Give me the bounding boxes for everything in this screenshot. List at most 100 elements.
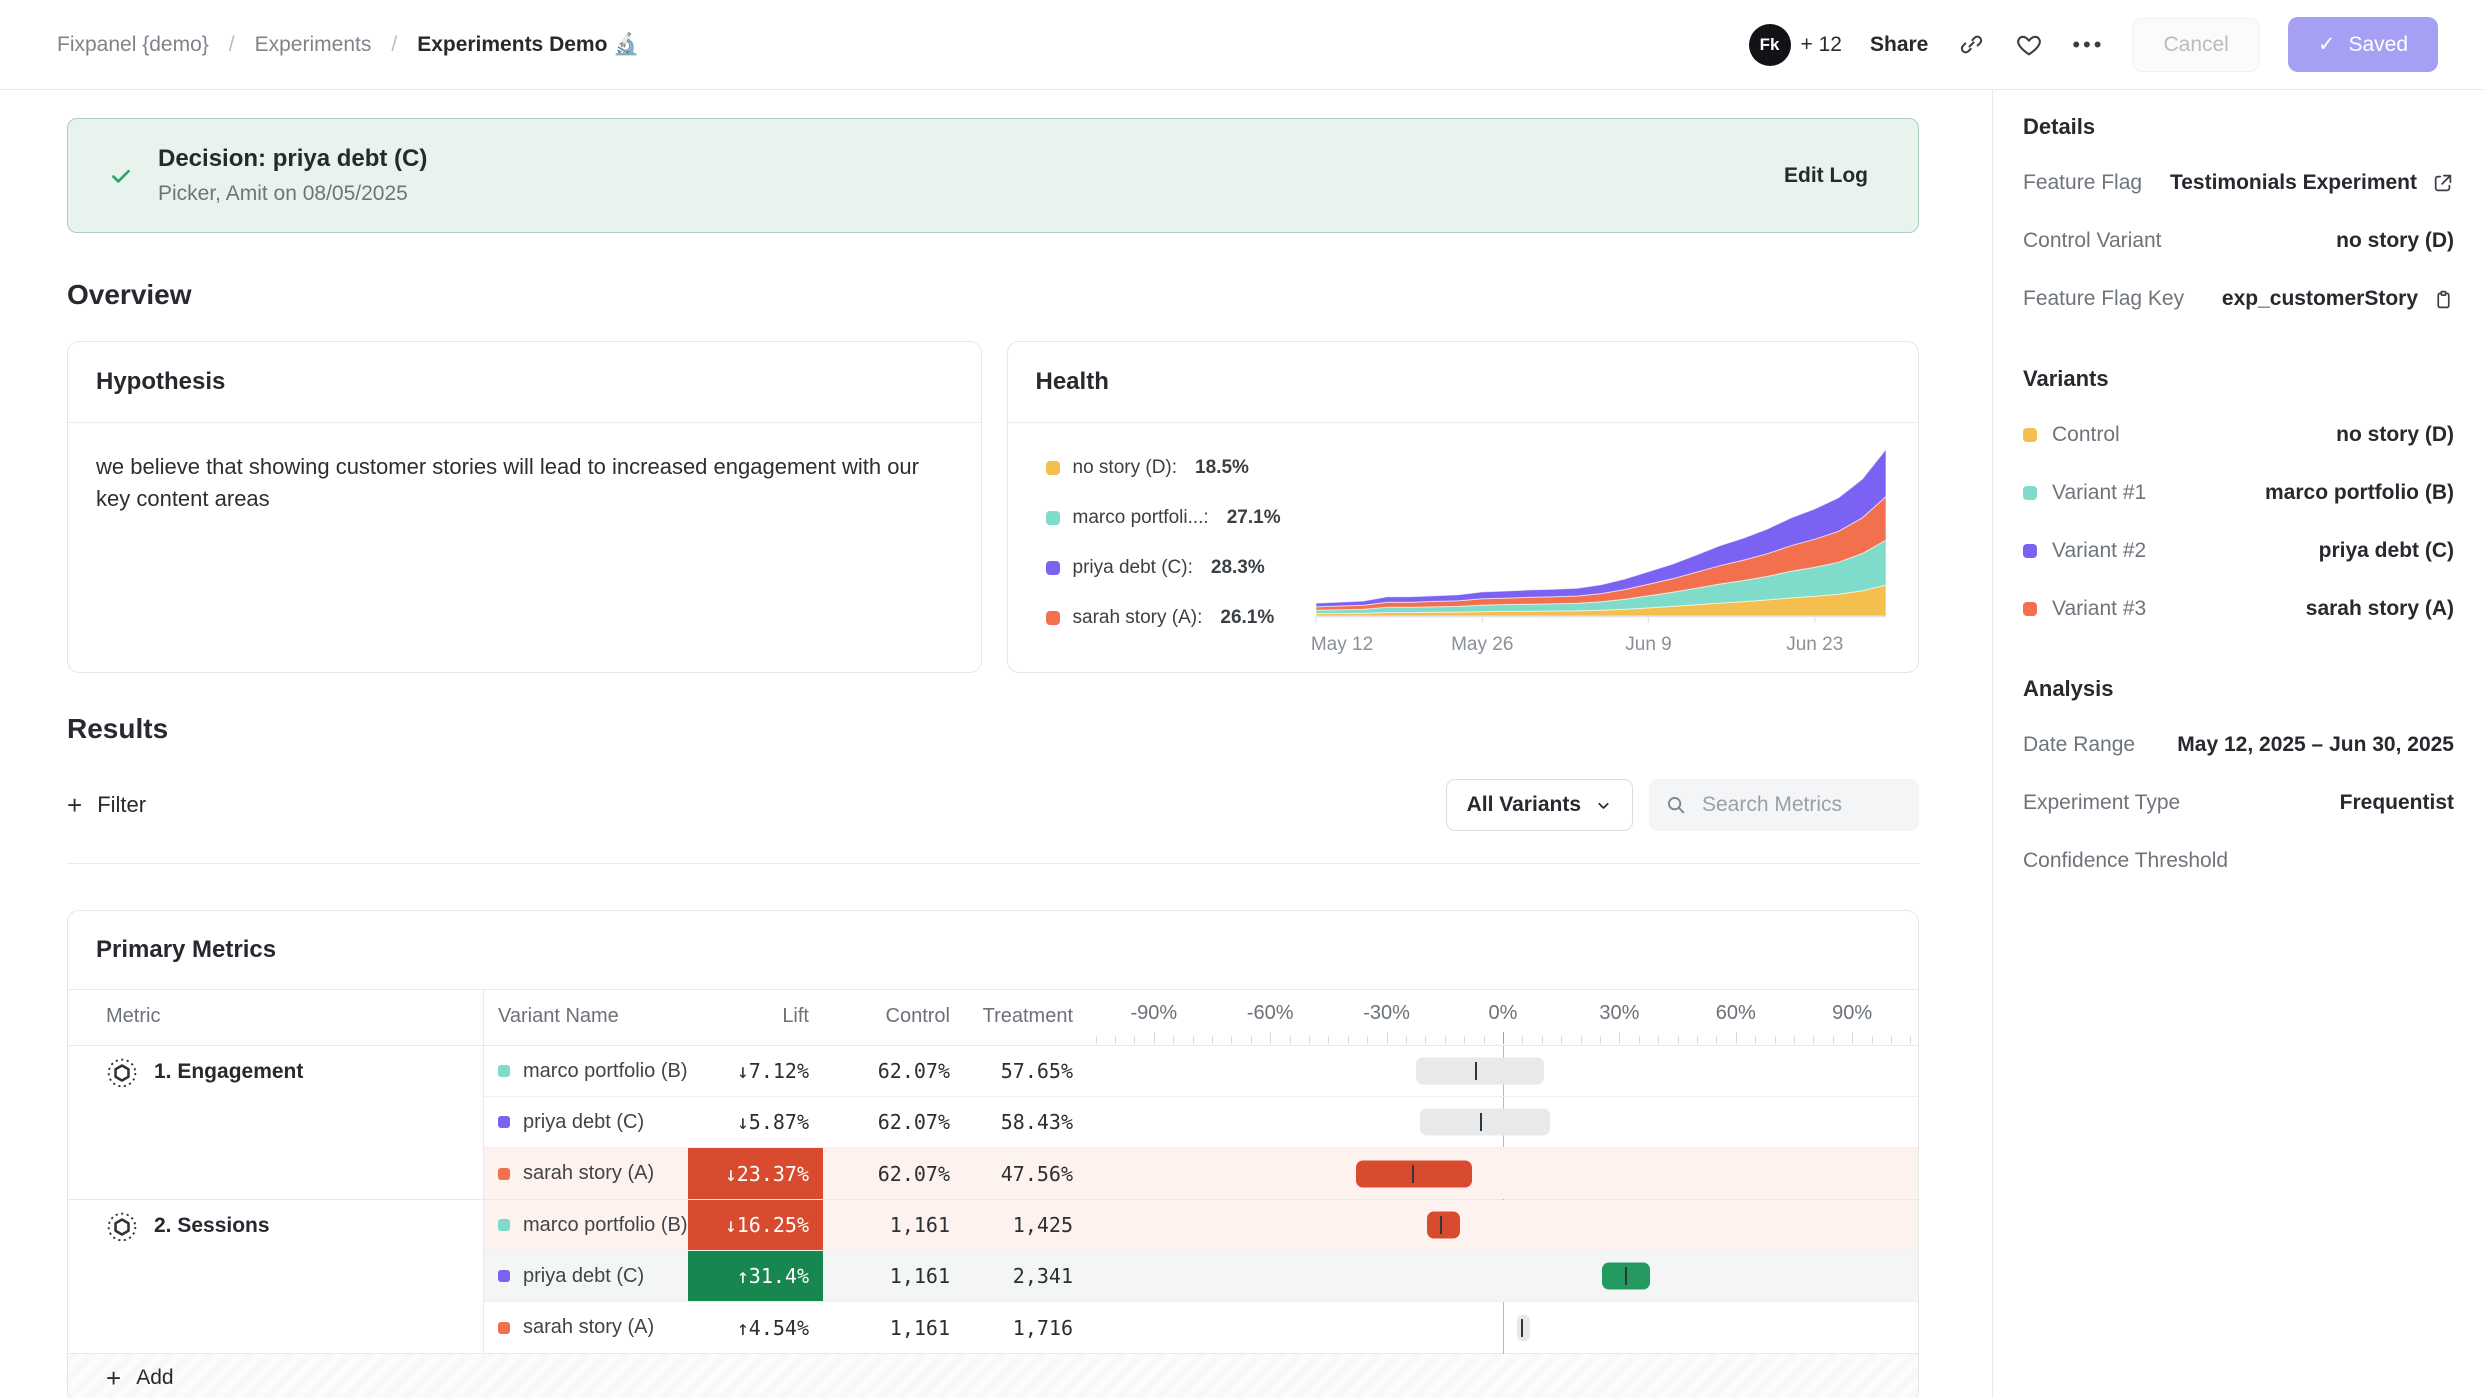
metric-target-icon (106, 1057, 138, 1089)
saved-button[interactable]: ✓ Saved (2288, 17, 2438, 72)
svg-text:Jun 23: Jun 23 (1786, 634, 1843, 655)
plus-icon: + (67, 794, 82, 816)
right-sidebar: Details Feature Flag Testimonials Experi… (1993, 90, 2484, 1398)
lift-point-tick (1440, 1216, 1442, 1234)
svg-text:May 12: May 12 (1311, 634, 1373, 655)
feature-flag-value[interactable]: Testimonials Experiment (2170, 171, 2417, 195)
lift-value: ↓7.12% (688, 1046, 823, 1096)
column-header-metric: Metric (68, 990, 484, 1045)
variants-heading: Variants (2023, 366, 2454, 392)
lift-value: ↓16.25% (688, 1200, 823, 1250)
add-filter-button[interactable]: + Filter (67, 792, 146, 818)
variant-name: sarah story (A) (523, 1316, 654, 1339)
search-metrics-input[interactable] (1700, 792, 1903, 818)
lift-axis-header: -90%-60%-30%0%30%60%90% (1073, 990, 1918, 1045)
health-legend-item: sarah story (A): 26.1% (1046, 607, 1309, 629)
confidence-interval-bar (1517, 1314, 1531, 1341)
legend-value: 26.1% (1220, 607, 1274, 629)
axis-ruler (1073, 1032, 1918, 1045)
primary-metrics-card: Primary Metrics Metric Variant Name Lift… (67, 910, 1919, 1398)
lift-value: ↑31.4% (688, 1251, 823, 1301)
control-variant-value: no story (D) (2336, 229, 2454, 253)
metric-name: 2. Sessions (154, 1211, 270, 1241)
legend-value: 28.3% (1211, 557, 1265, 579)
metric-group: 1. Engagementmarco portfolio (B)↓7.12%62… (68, 1046, 1918, 1200)
top-bar: Fixpanel {demo} / Experiments / Experime… (0, 0, 2484, 90)
cancel-button[interactable]: Cancel (2132, 18, 2259, 72)
lift-point-tick (1412, 1165, 1414, 1183)
edit-log-button[interactable]: Edit Log (1784, 164, 1868, 188)
variant-row-1: Variant #1 marco portfolio (B) (2023, 464, 2454, 522)
avatar[interactable]: Fk (1749, 24, 1791, 66)
health-legend-item: priya debt (C): 28.3% (1046, 557, 1309, 579)
legend-label: sarah story (A): (1073, 607, 1203, 629)
table-row[interactable]: priya debt (C)↓5.87%62.07%58.43% (484, 1097, 1918, 1148)
copy-link-icon[interactable] (1956, 30, 1986, 60)
lift-point-tick (1521, 1319, 1523, 1337)
decision-subtitle: Picker, Amit on 08/05/2025 (158, 182, 1784, 206)
breadcrumb-experiments[interactable]: Experiments (255, 33, 372, 57)
treatment-value: 2,341 (950, 1264, 1073, 1288)
breadcrumb-project[interactable]: Fixpanel {demo} (57, 33, 209, 57)
control-value: 1,161 (823, 1213, 950, 1237)
legend-swatch (1046, 611, 1060, 625)
table-row[interactable]: sarah story (A)↓23.37%62.07%47.56% (484, 1148, 1918, 1199)
more-options-button[interactable]: ••• (2072, 32, 2104, 58)
hypothesis-card: Hypothesis we believe that showing custo… (67, 341, 982, 673)
lift-point-tick (1475, 1062, 1477, 1080)
legend-label: priya debt (C): (1073, 557, 1193, 579)
share-button[interactable]: Share (1870, 33, 1928, 57)
feature-flag-key-value: exp_customerStory (2222, 287, 2418, 311)
table-row[interactable]: sarah story (A)↑4.54%1,1611,716 (484, 1302, 1918, 1353)
decision-banner-text: Decision: priya debt (C) Picker, Amit on… (158, 145, 1784, 206)
analysis-section: Analysis Date Range May 12, 2025 – Jun 3… (2023, 676, 2454, 890)
confidence-interval-bar (1420, 1109, 1550, 1136)
external-link-icon[interactable] (2432, 172, 2454, 194)
variant-color-swatch (498, 1270, 510, 1282)
table-row[interactable]: marco portfolio (B)↓7.12%62.07%57.65% (484, 1046, 1918, 1097)
column-header-treatment: Treatment (950, 990, 1073, 1045)
lift-value: ↓23.37% (688, 1148, 823, 1199)
confidence-interval-bar (1427, 1212, 1460, 1239)
legend-swatch (1046, 461, 1060, 475)
variants-dropdown[interactable]: All Variants (1446, 779, 1633, 831)
clipboard-copy-icon[interactable] (2433, 289, 2454, 310)
favorite-heart-icon[interactable] (2014, 30, 2044, 60)
treatment-value: 1,716 (950, 1316, 1073, 1340)
variant-name: priya debt (C) (523, 1265, 644, 1288)
control-value: 62.07% (823, 1110, 950, 1134)
table-row[interactable]: priya debt (C)↑31.4%1,1612,341 (484, 1251, 1918, 1302)
lift-point-tick (1625, 1267, 1627, 1285)
control-value: 62.07% (823, 1059, 950, 1083)
results-heading: Results (67, 713, 1919, 745)
add-metric-button[interactable]: + Add (68, 1354, 1918, 1398)
metric-cell[interactable]: 2. Sessions (68, 1200, 484, 1353)
variant-color-swatch (498, 1219, 510, 1231)
table-header: Metric Variant Name Lift Control Treatme… (68, 990, 1918, 1046)
health-legend: no story (D):18.5%marco portfoli...:27.1… (1032, 423, 1309, 663)
axis-tick-label: -30% (1363, 1002, 1410, 1025)
lift-value: ↓5.87% (688, 1097, 823, 1147)
primary-metrics-title: Primary Metrics (68, 911, 1918, 990)
plus-icon: + (106, 1367, 121, 1389)
main-content: Decision: priya debt (C) Picker, Amit on… (0, 90, 1993, 1398)
svg-text:Jun 9: Jun 9 (1625, 634, 1671, 655)
check-icon (108, 163, 134, 189)
top-actions: Fk + 12 Share ••• Cancel ✓ Saved (1749, 17, 2438, 72)
lift-point-tick (1480, 1113, 1482, 1131)
table-row[interactable]: marco portfolio (B)↓16.25%1,1611,425 (484, 1200, 1918, 1251)
breadcrumb-current-page: Experiments Demo 🔬 (417, 33, 639, 57)
axis-tick-label: 30% (1599, 1002, 1639, 1025)
metric-group: 2. Sessions marco portfolio (B)↓16.25%1,1… (68, 1200, 1918, 1354)
legend-swatch (1046, 561, 1060, 575)
treatment-value: 1,425 (950, 1213, 1073, 1237)
treatment-value: 47.56% (950, 1162, 1073, 1186)
collaborator-count[interactable]: + 12 (1801, 33, 1842, 57)
lift-value: ↑4.54% (688, 1302, 823, 1353)
variant-row-control: Control no story (D) (2023, 406, 2454, 464)
metric-cell[interactable]: 1. Engagement (68, 1046, 484, 1199)
column-header-control: Control (823, 990, 950, 1045)
axis-tick-label: -60% (1247, 1002, 1294, 1025)
svg-text:May 26: May 26 (1451, 634, 1513, 655)
table-body: 1. Engagementmarco portfolio (B)↓7.12%62… (68, 1046, 1918, 1354)
